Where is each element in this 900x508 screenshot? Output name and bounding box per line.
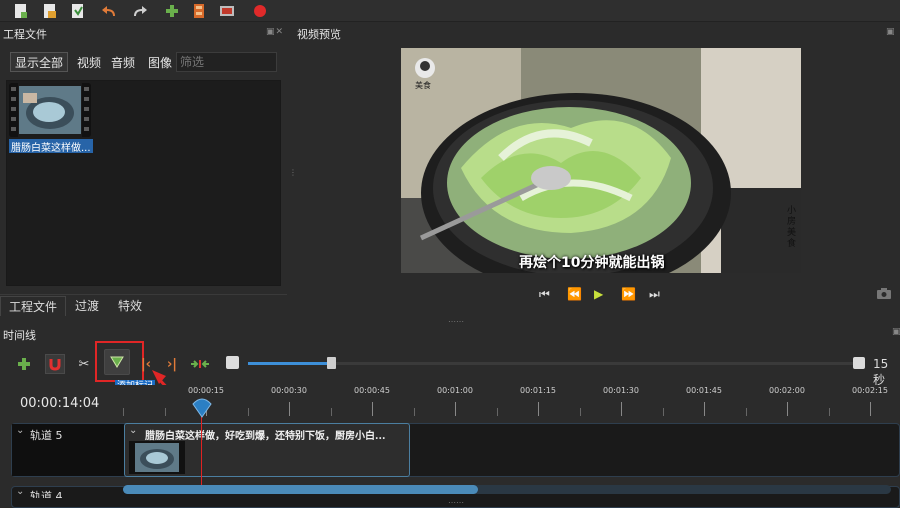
scrollbar-thumb[interactable] xyxy=(123,485,478,494)
ruler-tick xyxy=(621,402,622,416)
zoom-slider-handle[interactable] xyxy=(327,357,336,369)
panel-float-close-icon[interactable]: ▣✕ xyxy=(266,27,284,37)
play-button[interactable]: ▶ xyxy=(594,287,603,301)
import-video-icon[interactable] xyxy=(190,2,208,20)
current-time-readout: 00:00:14:04 xyxy=(20,396,100,411)
tab-transitions[interactable]: 过渡 xyxy=(67,296,107,316)
fast-forward-button[interactable]: ⏩ xyxy=(621,287,636,301)
ruler-tick xyxy=(663,408,664,416)
preview-panel-title: 视频预览 xyxy=(297,28,341,41)
video-watermark: 小房美食 xyxy=(787,206,797,249)
ruler-label: 00:00:45 xyxy=(354,386,390,395)
playhead-handle[interactable] xyxy=(192,396,212,418)
project-panel-title: 工程文件 xyxy=(3,28,47,41)
open-project-icon[interactable] xyxy=(41,2,59,20)
video-preview: 美食 小房美食 再烩个10分钟就能出锅 xyxy=(401,48,801,273)
export-film-icon[interactable] xyxy=(218,2,236,20)
timeline-clip[interactable]: ⌄ 腊肠白菜这样做，好吃到爆，还特别下饭，厨房小白... xyxy=(124,423,410,477)
ruler-tick xyxy=(497,408,498,416)
ruler-tick xyxy=(455,402,456,416)
ruler-tick xyxy=(289,402,290,416)
filter-video[interactable]: 视频 xyxy=(74,52,104,72)
ruler-tick xyxy=(165,408,166,416)
ruler-label: 00:02:15 xyxy=(852,386,888,395)
razor-scissors-icon[interactable]: ✂ xyxy=(74,354,94,374)
ruler-label: 00:01:15 xyxy=(520,386,556,395)
tab-project-files[interactable]: 工程文件 xyxy=(0,296,67,316)
video-subtitle: 再烩个10分钟就能出锅 xyxy=(519,255,665,271)
ruler-tick xyxy=(580,408,581,416)
filter-input[interactable] xyxy=(176,52,277,72)
timeline-title: 时间线 xyxy=(3,329,36,342)
ruler-tick xyxy=(704,402,705,416)
rewind-button[interactable]: ⏪ xyxy=(567,287,582,301)
track-name: 轨道 4 xyxy=(30,490,63,498)
file-label[interactable]: 腊肠白菜这样做... xyxy=(9,139,93,153)
splitter-handle[interactable]: ⋮ xyxy=(289,168,297,177)
ruler-tick xyxy=(123,408,124,416)
ruler-tick xyxy=(746,408,747,416)
add-track-button[interactable] xyxy=(14,354,34,374)
redo-icon[interactable] xyxy=(131,2,149,20)
zoom-out-icon[interactable] xyxy=(226,356,239,369)
preview-float-icon[interactable]: ▣ xyxy=(886,27,896,37)
track-name: 轨道 5 xyxy=(30,429,63,442)
timeline-float-icon[interactable]: ▣ xyxy=(892,327,900,337)
chevron-down-icon[interactable]: ⌄ xyxy=(16,486,24,497)
add-files-icon[interactable] xyxy=(163,2,181,20)
zoom-slider-track[interactable] xyxy=(248,362,853,365)
ruler-label: 00:00:30 xyxy=(271,386,307,395)
jump-end-button[interactable]: ⏭ xyxy=(649,287,660,302)
ruler-tick xyxy=(787,402,788,416)
ruler-tick xyxy=(870,402,871,416)
ruler-tick xyxy=(538,402,539,416)
ruler-label: 00:01:00 xyxy=(437,386,473,395)
file-thumbnail[interactable] xyxy=(9,83,91,137)
ruler-tick xyxy=(372,402,373,416)
new-project-icon[interactable] xyxy=(12,2,30,20)
ruler-tick xyxy=(331,408,332,416)
chevron-down-icon[interactable]: ⌄ xyxy=(16,425,24,436)
main-toolbar xyxy=(0,0,900,22)
ruler-label: 00:01:30 xyxy=(603,386,639,395)
undo-icon[interactable] xyxy=(100,2,118,20)
filter-show-all[interactable]: 显示全部 xyxy=(10,52,69,72)
ruler-label: 00:01:45 xyxy=(686,386,722,395)
clip-thumbnail xyxy=(129,441,185,474)
clip-title: 腊肠白菜这样做，好吃到爆，还特别下饭，厨房小白... xyxy=(145,431,386,442)
splitter-handle-bottom[interactable]: ⋯⋯ xyxy=(448,498,464,507)
ruler-label: 00:00:15 xyxy=(188,386,224,395)
zoom-slider-fill xyxy=(248,362,330,365)
playhead-line xyxy=(201,410,202,485)
snapshot-camera-icon[interactable] xyxy=(877,288,891,302)
ruler-tick xyxy=(829,408,830,416)
track-5-header[interactable] xyxy=(12,424,125,476)
save-project-icon[interactable] xyxy=(69,2,87,20)
zoom-scale-label: 15秒 xyxy=(873,357,889,387)
ruler-label: 00:02:00 xyxy=(769,386,805,395)
jump-start-button[interactable]: ⏮ xyxy=(539,287,550,302)
snap-magnet-button[interactable] xyxy=(45,354,65,374)
splitter-handle-h[interactable]: ⋯⋯ xyxy=(448,317,464,326)
ruler-tick xyxy=(414,408,415,416)
filter-image[interactable]: 图像 xyxy=(145,52,175,72)
ruler-tick xyxy=(248,408,249,416)
filter-audio[interactable]: 音频 xyxy=(108,52,138,72)
video-logo: 美食 xyxy=(415,81,431,90)
zoom-in-icon[interactable] xyxy=(853,357,865,369)
tab-effects[interactable]: 特效 xyxy=(110,296,150,316)
record-icon[interactable] xyxy=(251,2,269,20)
clip-menu-chevron-icon[interactable]: ⌄ xyxy=(129,425,137,436)
